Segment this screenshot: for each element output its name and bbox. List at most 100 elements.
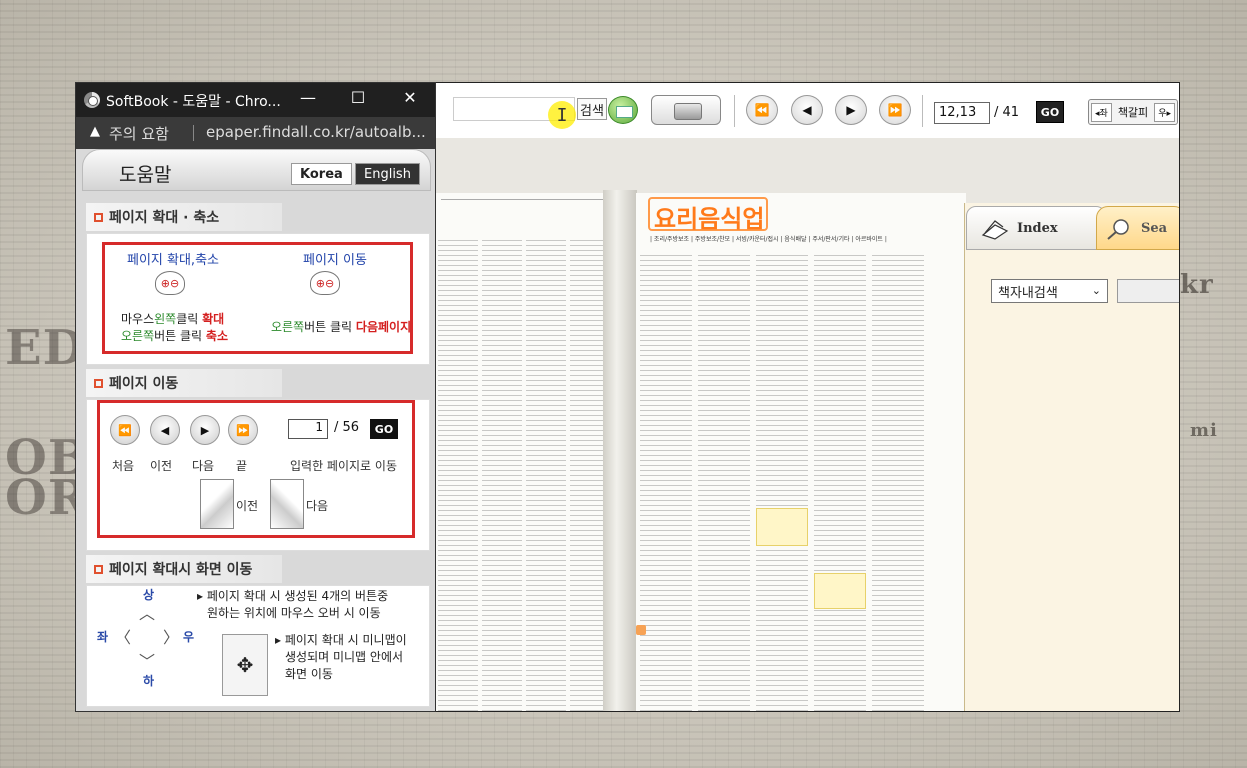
close-button[interactable]: ✕ [398, 88, 422, 107]
highlight-ad [756, 508, 808, 546]
magazine-right-page[interactable]: 요리음식업 | 조리/주방보조 | 주방보조/찬모 | 서빙/카운터/접시 | … [636, 193, 966, 711]
text-column [756, 253, 808, 711]
background-newsprint: ED [5, 320, 86, 376]
mouse-icon: ⊕⊖ [155, 271, 185, 295]
help-header: 도움말 Korea English [82, 149, 431, 191]
demo-first-icon: ⏪ [110, 415, 140, 445]
down-arrow-icon: ﹀ [139, 652, 156, 671]
text-column [872, 253, 924, 711]
page-curl-prev-icon [200, 479, 234, 529]
tab-search-label: Sea [1141, 220, 1168, 236]
zoom-instructions: 마우스왼쪽클릭 확대 오른쪽버튼 클릭 축소 [121, 312, 229, 343]
label-prev: 이전 [150, 459, 173, 473]
page-move-help-panel: ⏪ ◀ ▶ ⏩ 1 / 56 GO 처음 이전 다음 끝 입력한 페이지로 이동… [86, 399, 430, 551]
help-content: 도움말 Korea English 페이지 확대 · 축소 페이지 확대,축소 … [76, 149, 435, 711]
demo-page-total: / 56 [334, 420, 360, 435]
page-move-frame: ⏪ ◀ ▶ ⏩ 1 / 56 GO 처음 이전 다음 끝 입력한 페이지로 이동… [97, 400, 415, 538]
demo-go-icon: GO [370, 419, 398, 439]
move-instructions: 오른쪽버튼 클릭 다음페이지 [271, 320, 412, 334]
chrome-icon [84, 92, 100, 108]
dir-down-label: 하 [143, 674, 155, 688]
text-column [640, 253, 692, 711]
magnifier-icon [1107, 219, 1129, 240]
tab-index[interactable]: Index [966, 206, 1106, 250]
popup-urlbar[interactable]: ▲ 주의 요함 epaper.findall.co.kr/autoalb... [76, 117, 435, 149]
up-arrow-icon: ︿ [139, 604, 156, 623]
background-newsprint: mi [1190, 420, 1218, 441]
label-curl-next: 다음 [306, 499, 329, 513]
lang-english-button[interactable]: English [355, 163, 420, 185]
maximize-button[interactable]: ☐ [346, 88, 370, 107]
search-button[interactable]: 검색 [577, 98, 607, 120]
panel-search-input[interactable] [1117, 279, 1179, 303]
magazine-left-page[interactable] [436, 193, 611, 711]
bookmark-control: ◂좌 책갈피 우▸ [1088, 99, 1178, 125]
prev-page-button[interactable]: ◀ [791, 95, 823, 125]
section-title-text: 페이지 확대시 화면 이동 [109, 562, 253, 578]
left-arrow-icon: 〈 [115, 628, 132, 647]
zoom-help-panel: 페이지 확대,축소 페이지 이동 ⊕⊖ ⊕⊖ 마우스왼쪽클릭 확대 오른쪽버튼 … [86, 233, 430, 365]
label-curl-prev: 이전 [236, 499, 259, 513]
search-scope-value: 책자내검색 [998, 285, 1058, 301]
text-cursor-icon: I [548, 101, 576, 129]
popup-title: SoftBook - 도움말 - Chro... [106, 94, 281, 110]
next-page-button[interactable]: ▶ [835, 95, 867, 125]
chevron-down-icon: ⌄ [1091, 284, 1101, 297]
demo-prev-icon: ◀ [150, 415, 180, 445]
viewer-toolbar: I 검색 ⏪ ◀ ▶ ⏩ 12,13 / 41 GO ◂좌 책갈피 우▸ [436, 83, 1179, 138]
url-divider [193, 125, 194, 141]
zoom-col-title: 페이지 확대,축소 [127, 253, 219, 268]
page-total: / 41 [994, 105, 1020, 120]
tab-search[interactable]: Sea [1096, 206, 1179, 250]
orange-tag [636, 625, 647, 635]
magazine-section-title: 요리음식업 [654, 205, 765, 233]
section-title-text: 페이지 이동 [109, 376, 179, 392]
bookmark-right-button[interactable]: 우▸ [1154, 102, 1175, 122]
lang-korea-button[interactable]: Korea [291, 163, 352, 185]
label-next: 다음 [192, 459, 215, 473]
warning-icon: ▲ [90, 124, 100, 139]
print-button[interactable] [651, 95, 721, 125]
arrow-buttons-description: ▸ 페이지 확대 시 생성된 4개의 버튼중 원하는 위치에 마우스 오버 시 … [197, 589, 389, 620]
help-title: 도움말 [119, 164, 172, 186]
last-page-button[interactable]: ⏩ [879, 95, 911, 125]
popup-titlebar[interactable]: SoftBook - 도움말 - Chro... — ☐ ✕ [76, 83, 435, 117]
toolbar-divider [922, 95, 923, 127]
text-column [814, 253, 866, 711]
url-text[interactable]: epaper.findall.co.kr/autoalb... [206, 123, 426, 141]
text-column [698, 253, 750, 711]
first-page-button[interactable]: ⏪ [746, 95, 778, 125]
tab-index-label: Index [1017, 220, 1058, 236]
section-title-screen-move: 페이지 확대시 화면 이동 [86, 555, 282, 583]
magazine-subcategories: | 조리/주방보조 | 주방보조/찬모 | 서빙/카운터/접시 | 음식배달 |… [650, 236, 887, 243]
highlight-ad [814, 573, 866, 609]
help-popup-window: SoftBook - 도움말 - Chro... — ☐ ✕ ▲ 주의 요함 e… [75, 82, 436, 712]
bookmark-label[interactable]: 책갈피 [1114, 101, 1152, 123]
demo-last-icon: ⏩ [228, 415, 258, 445]
section-bullet-icon [94, 212, 103, 222]
minimize-button[interactable]: — [296, 88, 320, 107]
label-go-to-page: 입력한 페이지로 이동 [290, 459, 397, 473]
section-bullet-icon [94, 564, 103, 574]
section-title-text: 페이지 확대 · 축소 [109, 210, 220, 226]
page-spine [603, 190, 637, 711]
text-column [482, 238, 522, 711]
background-newsprint: kr [1180, 270, 1214, 300]
text-column [438, 238, 478, 711]
bookmark-left-button[interactable]: ◂좌 [1091, 102, 1112, 122]
page-number-input[interactable]: 12,13 [934, 102, 990, 124]
mouse-icon: ⊕⊖ [310, 271, 340, 295]
go-button[interactable]: GO [1036, 101, 1064, 123]
toolbar-divider [734, 95, 735, 127]
page-curl-next-icon [270, 479, 304, 529]
section-title-page-move: 페이지 이동 [86, 369, 282, 397]
dir-right-label: 우 [183, 630, 195, 644]
label-first: 처음 [112, 459, 135, 473]
minimap-move-icon: ✥ [222, 634, 268, 696]
minimap-description: ▸ 페이지 확대 시 미니맵이 생성되며 미니맵 안에서 화면 이동 [275, 633, 407, 681]
search-scope-select[interactable]: 책자내검색 ⌄ [991, 279, 1108, 303]
email-icon[interactable] [608, 96, 638, 124]
move-col-title: 페이지 이동 [303, 253, 367, 268]
security-warning[interactable]: 주의 요함 [109, 123, 169, 144]
section-title-zoom: 페이지 확대 · 축소 [86, 203, 282, 231]
